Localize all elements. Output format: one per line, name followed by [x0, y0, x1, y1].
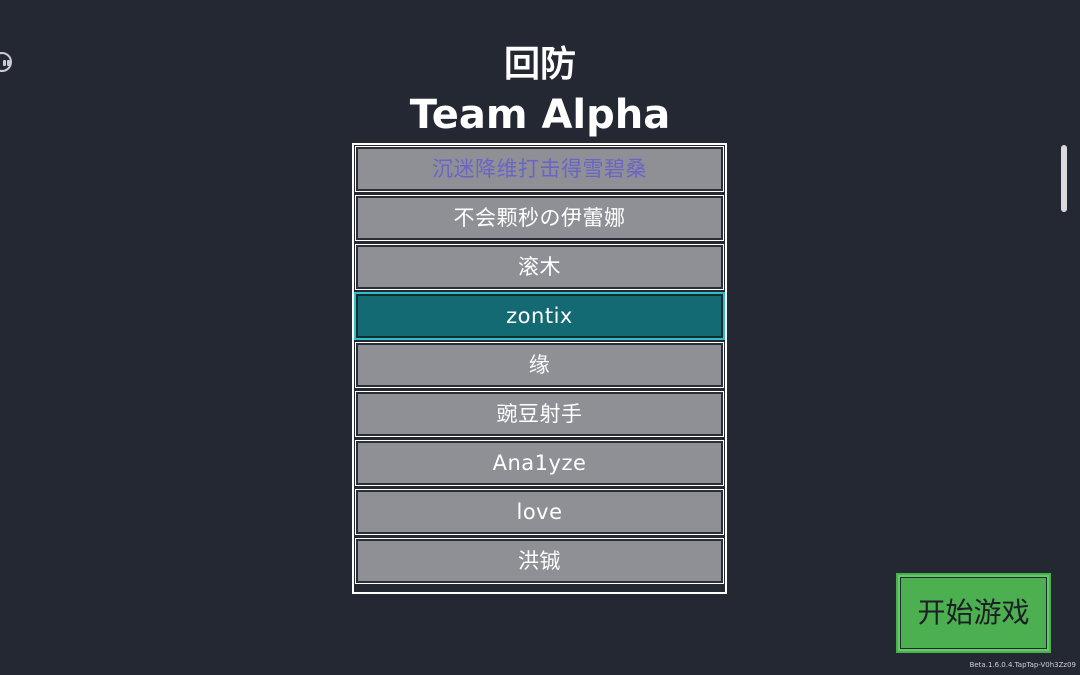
player-slot-5[interactable]: 缘	[355, 342, 724, 388]
player-slot-7[interactable]: Ana1yze	[355, 440, 724, 486]
version-label: Beta.1.6.0.4.TapTap-V0h3Zz09	[969, 661, 1076, 669]
player-slot-3[interactable]: 滚木	[355, 244, 724, 290]
player-slot-2[interactable]: 不会颗秒の伊蕾娜	[355, 195, 724, 241]
start-game-button[interactable]: 开始游戏	[896, 573, 1051, 653]
scrollbar[interactable]	[1061, 145, 1067, 212]
player-slot-4[interactable]: zontix	[354, 292, 725, 340]
player-slot-8[interactable]: love	[355, 489, 724, 535]
player-list: 沉迷降维打击得雪碧桑 不会颗秒の伊蕾娜 滚木 zontix 缘 豌豆射手 Ana…	[352, 143, 727, 594]
player-slot-6[interactable]: 豌豆射手	[355, 391, 724, 437]
player-slot-9[interactable]: 洪铖	[355, 538, 724, 584]
mode-title: 回防	[503, 44, 576, 85]
team-title: Team Alpha	[409, 92, 671, 138]
player-slot-1[interactable]: 沉迷降维打击得雪碧桑	[355, 146, 724, 192]
